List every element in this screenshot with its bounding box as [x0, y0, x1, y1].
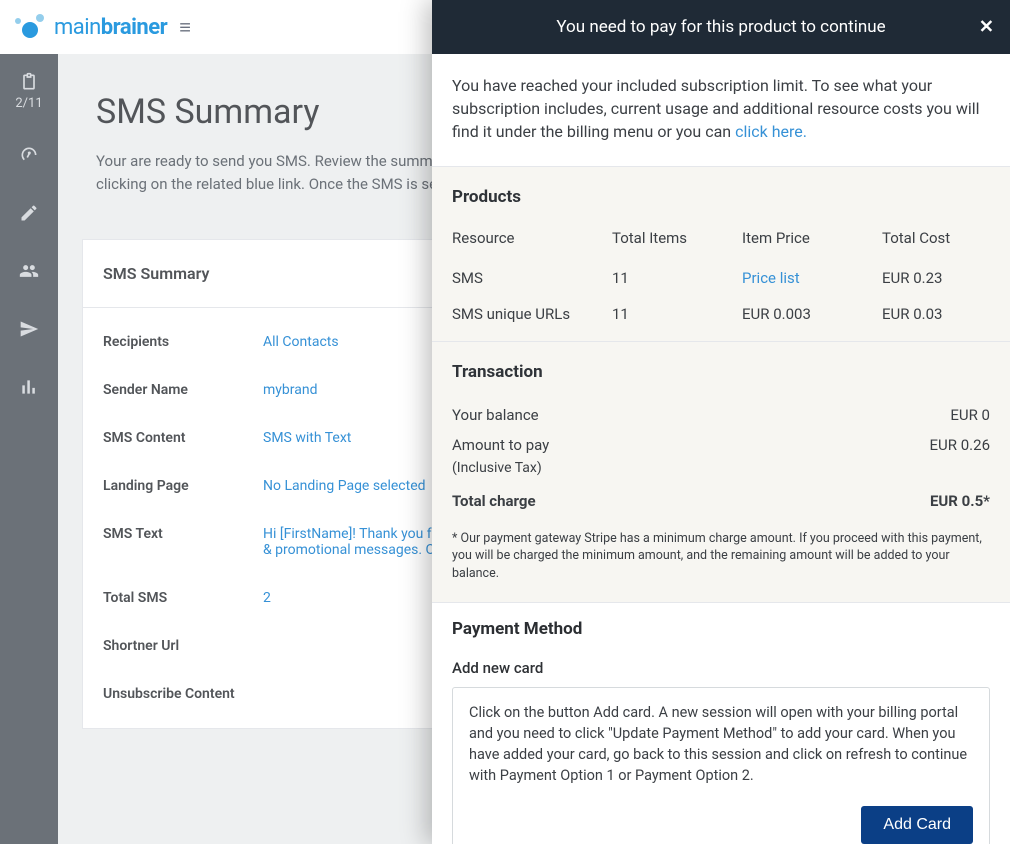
th-resource: Resource — [452, 223, 612, 261]
th-price: Item Price — [742, 223, 882, 261]
add-card-desc: Click on the button Add card. A new sess… — [469, 704, 967, 784]
add-card-box: Click on the button Add card. A new sess… — [452, 687, 990, 844]
add-card-heading: Add new card — [452, 659, 990, 677]
nav-send[interactable] — [19, 319, 39, 343]
add-card-button[interactable]: Add Card — [861, 806, 973, 844]
transaction-row-balance: Your balance EUR 0 — [452, 400, 990, 430]
label: Total SMS — [103, 590, 263, 606]
logo[interactable]: mainbrainer — [12, 12, 167, 42]
cell-resource: SMS unique URLs — [452, 297, 612, 333]
label: SMS Content — [103, 430, 263, 446]
cell-items: 11 — [612, 297, 742, 333]
label: Recipients — [103, 334, 263, 350]
products-table: Resource Total Items Item Price Total Co… — [452, 223, 990, 333]
people-icon — [19, 261, 39, 281]
transaction-row-amount: Amount to pay EUR 0.26 — [452, 430, 990, 460]
tax-note: (Inclusive Tax) — [452, 460, 990, 476]
payment-method-section: Payment Method Add new card Click on the… — [432, 603, 1010, 844]
hamburger-icon[interactable]: ≡ — [179, 15, 191, 40]
drawer-intro: You have reached your included subscript… — [432, 54, 1010, 166]
left-sidebar: 2/11 — [0, 54, 58, 844]
label: Your balance — [452, 406, 539, 424]
label: Unsubscribe Content — [103, 686, 263, 702]
cell-cost: EUR 0.03 — [882, 297, 990, 333]
table-row: SMS unique URLs 11 EUR 0.003 EUR 0.03 — [452, 297, 990, 333]
label: Total charge — [452, 492, 536, 510]
logo-text: mainbrainer — [54, 15, 167, 40]
cell-items: 11 — [612, 261, 742, 297]
pencil-icon — [19, 203, 39, 223]
click-here-link[interactable]: click here. — [735, 122, 807, 141]
price-list-link[interactable]: Price list — [742, 269, 800, 287]
logo-icon — [12, 12, 48, 42]
cell-resource: SMS — [452, 261, 612, 297]
cell-price: EUR 0.003 — [742, 297, 882, 333]
fineprint: * Our payment gateway Stripe has a minim… — [452, 530, 990, 583]
label: SMS Text — [103, 526, 263, 558]
transaction-block: Transaction Your balance EUR 0 Amount to… — [432, 342, 1010, 604]
cell-cost: EUR 0.23 — [882, 261, 990, 297]
drawer-header: You need to pay for this product to cont… — [432, 0, 1010, 54]
nav-dashboard[interactable] — [19, 145, 39, 169]
th-cost: Total Cost — [882, 223, 990, 261]
products-block: Products Resource Total Items Item Price… — [432, 166, 1010, 342]
value: EUR 0 — [950, 406, 990, 424]
transaction-heading: Transaction — [452, 362, 990, 382]
label: Landing Page — [103, 478, 263, 494]
table-row: SMS 11 Price list EUR 0.23 — [452, 261, 990, 297]
gauge-icon — [19, 145, 39, 165]
send-icon — [19, 319, 39, 339]
label: Shortner Url — [103, 638, 263, 654]
products-heading: Products — [452, 187, 990, 207]
label: Amount to pay — [452, 436, 549, 454]
payment-drawer: You need to pay for this product to cont… — [432, 0, 1010, 844]
value: EUR 0.5* — [930, 492, 990, 510]
chart-icon — [19, 377, 39, 397]
drawer-title: You need to pay for this product to cont… — [556, 17, 885, 37]
nav-edit[interactable] — [19, 203, 39, 227]
close-icon[interactable]: ✕ — [979, 17, 994, 38]
nav-analytics[interactable] — [19, 377, 39, 401]
step-counter: 2/11 — [15, 96, 42, 111]
nav-people[interactable] — [19, 261, 39, 285]
step-indicator[interactable]: 2/11 — [15, 72, 42, 111]
label: Sender Name — [103, 382, 263, 398]
clipboard-icon — [19, 72, 39, 92]
transaction-row-total: Total charge EUR 0.5* — [452, 486, 990, 516]
th-items: Total Items — [612, 223, 742, 261]
value: EUR 0.26 — [930, 436, 990, 454]
payment-method-heading: Payment Method — [452, 619, 990, 639]
